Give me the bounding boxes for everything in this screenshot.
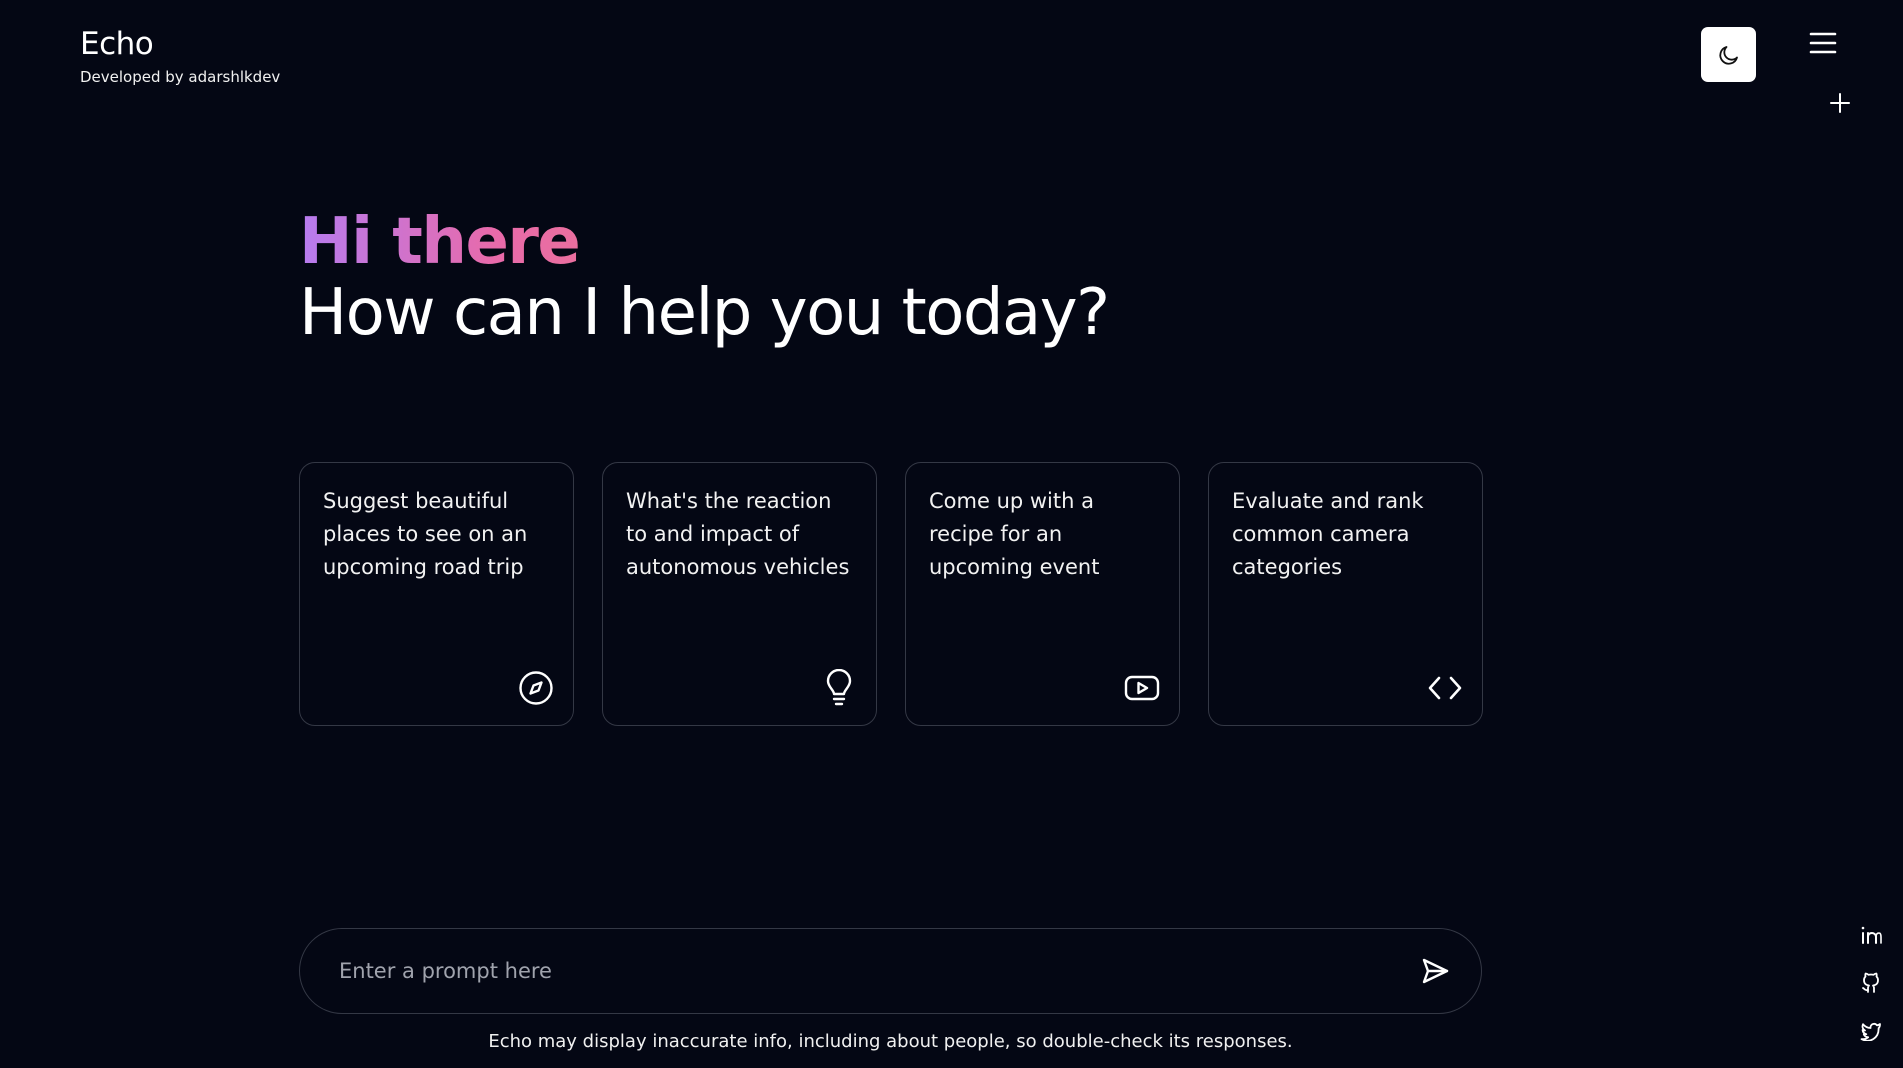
suggestion-card-road-trip[interactable]: Suggest beautiful places to see on an up… xyxy=(299,462,574,726)
youtube-icon xyxy=(1123,669,1161,707)
suggestion-card-recipe[interactable]: Come up with a recipe for an upcoming ev… xyxy=(905,462,1180,726)
send-icon xyxy=(1422,958,1449,984)
brand: Echo Developed by adarshlkdev xyxy=(80,24,280,86)
menu-button[interactable] xyxy=(1808,28,1838,58)
disclaimer: Echo may display inaccurate info, includ… xyxy=(488,1031,1293,1052)
suggestion-card-autonomous-vehicles[interactable]: What's the reaction to and impact of aut… xyxy=(602,462,877,726)
theme-toggle-button[interactable] xyxy=(1701,27,1756,82)
lightbulb-icon xyxy=(820,669,858,707)
send-button[interactable] xyxy=(1417,953,1453,989)
app-page: Echo Developed by adarshlkdev Hi there H… xyxy=(0,0,1903,1068)
card-text: What's the reaction to and impact of aut… xyxy=(626,489,850,579)
github-link[interactable] xyxy=(1858,970,1884,996)
greeting-question: How can I help you today? xyxy=(299,276,1110,350)
app-title: Echo xyxy=(80,26,154,62)
moon-icon xyxy=(1718,45,1738,65)
twitter-icon xyxy=(1860,1022,1881,1041)
prompt-bar xyxy=(299,928,1482,1014)
new-chat-button[interactable] xyxy=(1828,91,1852,115)
linkedin-link[interactable] xyxy=(1858,922,1884,948)
code-icon xyxy=(1426,669,1464,707)
twitter-link[interactable] xyxy=(1858,1018,1884,1044)
greeting-hello: Hi there xyxy=(299,205,581,279)
hamburger-menu-icon xyxy=(1809,32,1837,54)
card-text: Come up with a recipe for an upcoming ev… xyxy=(929,489,1100,579)
card-text: Evaluate and rank common camera categori… xyxy=(1232,489,1424,579)
suggestion-card-camera[interactable]: Evaluate and rank common camera categori… xyxy=(1208,462,1483,726)
github-icon xyxy=(1862,972,1879,993)
compass-icon xyxy=(517,669,555,707)
greeting: Hi there How can I help you today? xyxy=(299,205,1110,350)
plus-icon xyxy=(1830,93,1850,113)
linkedin-icon xyxy=(1861,926,1882,944)
app-subtitle: Developed by adarshlkdev xyxy=(80,68,281,86)
card-text: Suggest beautiful places to see on an up… xyxy=(323,489,528,579)
prompt-input[interactable] xyxy=(339,959,1417,983)
suggestion-cards: Suggest beautiful places to see on an up… xyxy=(299,462,1483,726)
